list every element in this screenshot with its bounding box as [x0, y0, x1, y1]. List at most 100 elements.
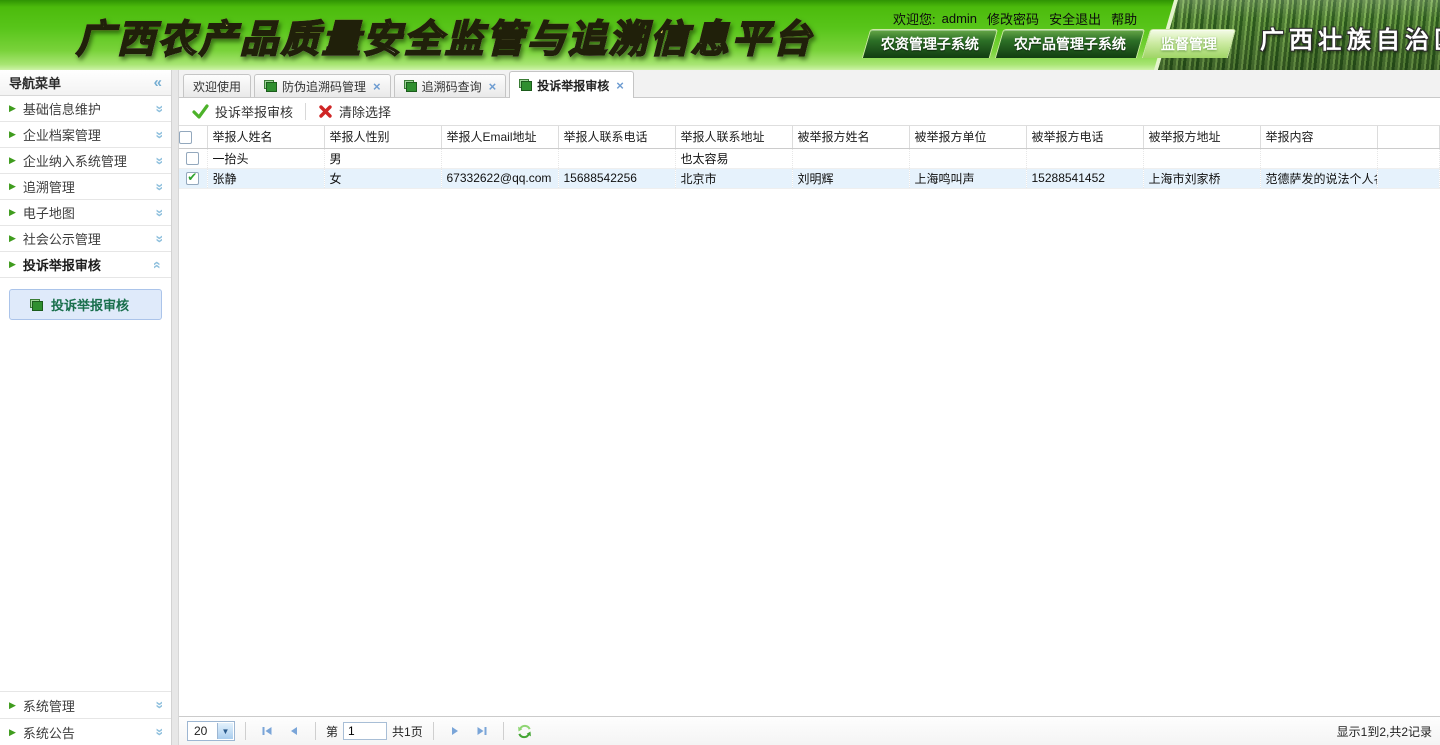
system-tab-supervision[interactable]: 监督管理: [1142, 29, 1236, 58]
tab-anti-fake-code[interactable]: 防伪追溯码管理: [254, 74, 391, 97]
cell-reporter-email: 67332622@qq.com: [441, 168, 558, 188]
triangle-icon: [9, 728, 16, 737]
sidebar-group-enterprise-archive[interactable]: 企业档案管理: [0, 122, 171, 148]
row-checkbox-cell[interactable]: [179, 148, 207, 168]
cell-filler: [1377, 168, 1440, 188]
table-row[interactable]: 一抬头 男 也太容易: [179, 148, 1440, 168]
platform-title: 广西农产品质量安全监管与追溯信息平台: [76, 8, 814, 63]
prev-page-icon: [288, 725, 300, 737]
close-tab-icon[interactable]: [616, 79, 624, 92]
page-number-input[interactable]: [343, 722, 387, 740]
complaints-table: 举报人姓名 举报人性别 举报人Email地址 举报人联系电话 举报人联系地址 被…: [179, 126, 1440, 189]
pagination-separator: [315, 722, 316, 740]
row-checkbox-cell[interactable]: [179, 168, 207, 188]
refresh-button[interactable]: [514, 721, 536, 741]
pagination-separator: [433, 722, 434, 740]
column-header[interactable]: 举报人联系电话: [558, 126, 675, 148]
cell-reporter-address: 北京市: [675, 168, 792, 188]
sidebar-title: 导航菜单: [9, 73, 61, 92]
cell-report-content: [1260, 148, 1377, 168]
table-row[interactable]: 张静 女 67332622@qq.com 15688542256 北京市 刘明辉…: [179, 168, 1440, 188]
system-tab-farm-inputs[interactable]: 农资管理子系统: [862, 29, 998, 58]
username: admin: [942, 11, 977, 26]
cell-reported-name: 刘明辉: [792, 168, 909, 188]
sidebar-group-traceability[interactable]: 追溯管理: [0, 174, 171, 200]
cell-reporter-name: 一抬头: [207, 148, 324, 168]
cell-reporter-phone: 15688542256: [558, 168, 675, 188]
tab-bar: 欢迎使用 防伪追溯码管理 追溯码查询 投诉举报审核: [179, 70, 1440, 98]
cell-reporter-gender: 女: [324, 168, 441, 188]
triangle-icon: [9, 130, 16, 139]
cell-reporter-gender: 男: [324, 148, 441, 168]
change-password-link[interactable]: 修改密码: [987, 9, 1039, 28]
system-tab-agri-products[interactable]: 农产品管理子系统: [995, 29, 1145, 58]
close-tab-icon[interactable]: [489, 80, 497, 93]
select-all-header[interactable]: [179, 126, 207, 148]
collapse-sidebar-icon[interactable]: [154, 74, 162, 91]
welcome-prefix: 欢迎您:: [893, 9, 936, 28]
column-header[interactable]: 举报内容: [1260, 126, 1377, 148]
sidebar-submenu: 投诉举报审核: [0, 278, 171, 333]
sidebar-group-emap[interactable]: 电子地图: [0, 200, 171, 226]
column-header[interactable]: 被举报方姓名: [792, 126, 909, 148]
folder-stack-icon: [264, 80, 277, 92]
sidebar-group-public-notice[interactable]: 社会公示管理: [0, 226, 171, 252]
column-header[interactable]: 举报人联系地址: [675, 126, 792, 148]
cell-reported-phone: 15288541452: [1026, 168, 1143, 188]
column-header[interactable]: 举报人姓名: [207, 126, 324, 148]
tab-complaint-audit[interactable]: 投诉举报审核: [509, 71, 634, 98]
triangle-icon: [9, 260, 16, 269]
logout-link[interactable]: 安全退出: [1049, 9, 1101, 28]
next-page-button[interactable]: [444, 721, 466, 741]
main-content: 欢迎使用 防伪追溯码管理 追溯码查询 投诉举报审核: [179, 70, 1440, 745]
column-header[interactable]: 举报人性别: [324, 126, 441, 148]
chevron-down-icon: [150, 209, 166, 217]
last-page-button[interactable]: [471, 721, 493, 741]
cell-reported-name: [792, 148, 909, 168]
cell-reported-unit: [909, 148, 1026, 168]
select-all-checkbox[interactable]: [179, 131, 192, 144]
tab-trace-code-query[interactable]: 追溯码查询: [394, 74, 507, 97]
sidebar-group-system-management[interactable]: 系统管理: [0, 691, 171, 718]
triangle-icon: [9, 182, 16, 191]
next-page-icon: [449, 725, 461, 737]
cell-reporter-name: 张静: [207, 168, 324, 188]
system-tabs: 农资管理子系统 农产品管理子系统 监督管理: [866, 29, 1232, 58]
region-label: 广西壮族自治区: [1260, 20, 1440, 55]
sidebar-group-complaint-audit[interactable]: 投诉举报审核: [0, 252, 171, 278]
row-checkbox[interactable]: [186, 172, 199, 185]
column-header[interactable]: 举报人Email地址: [441, 126, 558, 148]
sidebar-group-enterprise-system[interactable]: 企业纳入系统管理: [0, 148, 171, 174]
cell-reporter-address: 也太容易: [675, 148, 792, 168]
sidebar-group-system-announcement[interactable]: 系统公告: [0, 718, 171, 745]
app-root: 广西农产品质量安全监管与追溯信息平台 广西壮族自治区 欢迎您: admin 修改…: [0, 0, 1440, 745]
toolbar: 投诉举报审核 清除选择: [179, 98, 1440, 126]
sidebar-group-basic-info[interactable]: 基础信息维护: [0, 96, 171, 122]
pagination-separator: [503, 722, 504, 740]
sidebar-header: 导航菜单: [0, 70, 171, 96]
cell-filler: [1377, 148, 1440, 168]
toolbar-separator: [305, 103, 306, 120]
sidebar-item-complaint-audit[interactable]: 投诉举报审核: [9, 289, 162, 320]
row-checkbox[interactable]: [186, 152, 199, 165]
audit-button[interactable]: 投诉举报审核: [184, 100, 301, 123]
chevron-down-icon: [150, 235, 166, 243]
first-page-button[interactable]: [256, 721, 278, 741]
chevron-down-icon: [150, 728, 166, 736]
column-header[interactable]: 被举报方电话: [1026, 126, 1143, 148]
clear-selection-button[interactable]: 清除选择: [310, 100, 399, 123]
chevron-up-icon: [150, 261, 166, 269]
triangle-icon: [9, 701, 16, 710]
column-header[interactable]: 被举报方单位: [909, 126, 1026, 148]
page-size-select[interactable]: 20: [187, 721, 235, 741]
triangle-icon: [9, 156, 16, 165]
total-pages-label: 共1页: [392, 723, 423, 740]
prev-page-button[interactable]: [283, 721, 305, 741]
tab-welcome[interactable]: 欢迎使用: [183, 74, 251, 97]
chevron-down-icon: [217, 723, 233, 739]
close-tab-icon[interactable]: [373, 80, 381, 93]
help-link[interactable]: 帮助: [1111, 9, 1137, 28]
x-icon: [318, 104, 333, 119]
column-header[interactable]: 被举报方地址: [1143, 126, 1260, 148]
sidebar-splitter[interactable]: [172, 70, 179, 745]
